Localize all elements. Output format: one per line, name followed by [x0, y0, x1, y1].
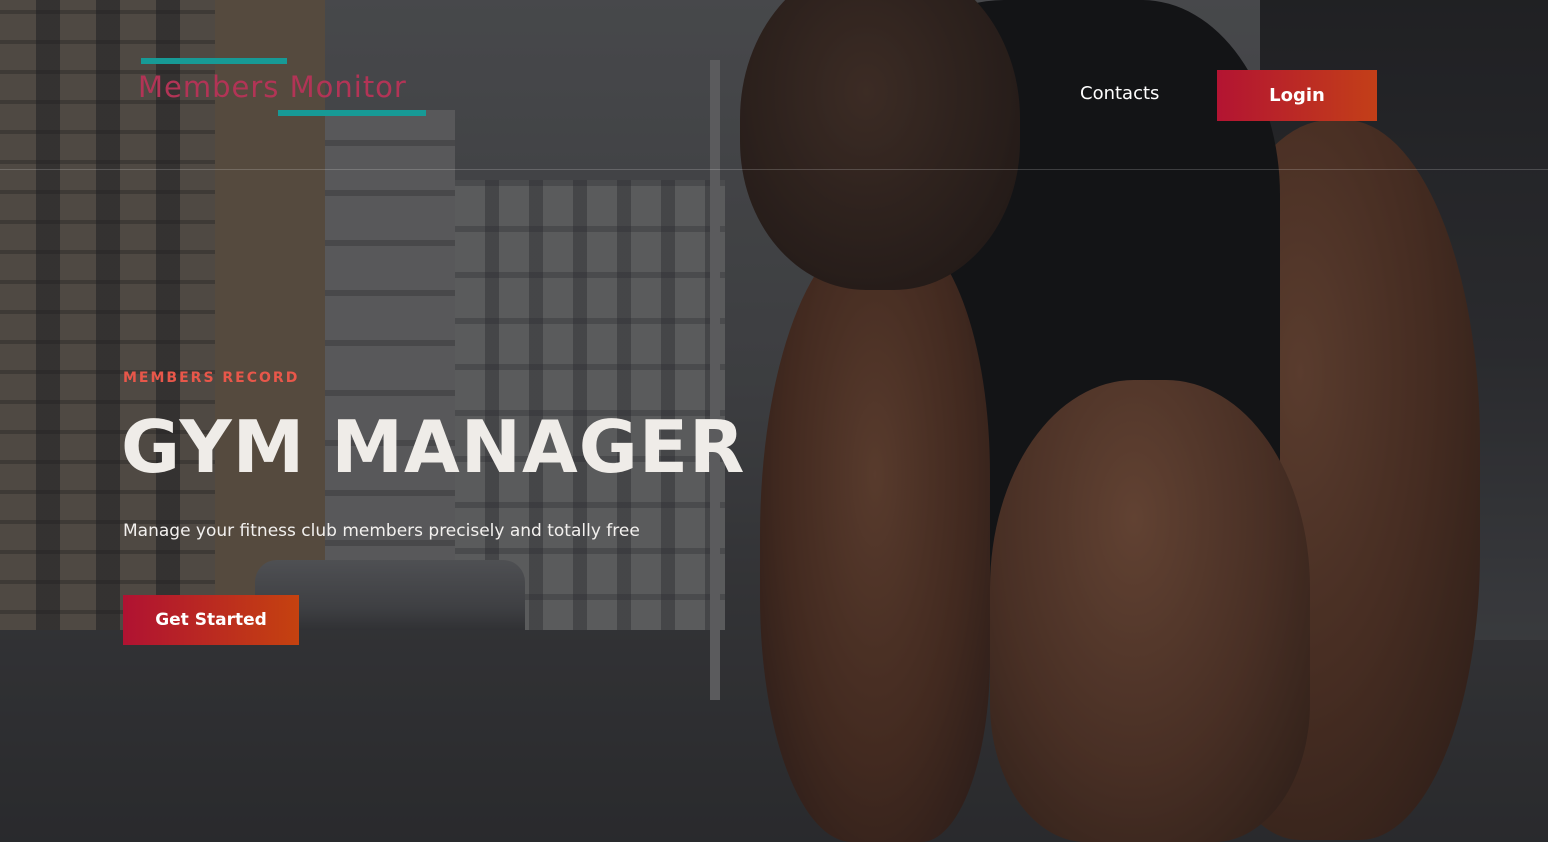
- logo-text: Members Monitor: [138, 70, 407, 104]
- login-button[interactable]: Login: [1217, 70, 1377, 121]
- brand-logo[interactable]: Members Monitor: [138, 58, 428, 120]
- hero-subtitle: Manage your fitness club members precise…: [123, 521, 640, 541]
- hero-title: GYM MANAGER: [121, 405, 746, 489]
- logo-accent-bar: [278, 110, 426, 116]
- nav-contacts-link[interactable]: Contacts: [1080, 83, 1159, 104]
- get-started-button[interactable]: Get Started: [123, 595, 299, 645]
- logo-accent-bar: [141, 58, 287, 64]
- hero-eyebrow: MEMBERS RECORD: [123, 370, 300, 386]
- site-header: Members Monitor Contacts Login: [0, 0, 1548, 170]
